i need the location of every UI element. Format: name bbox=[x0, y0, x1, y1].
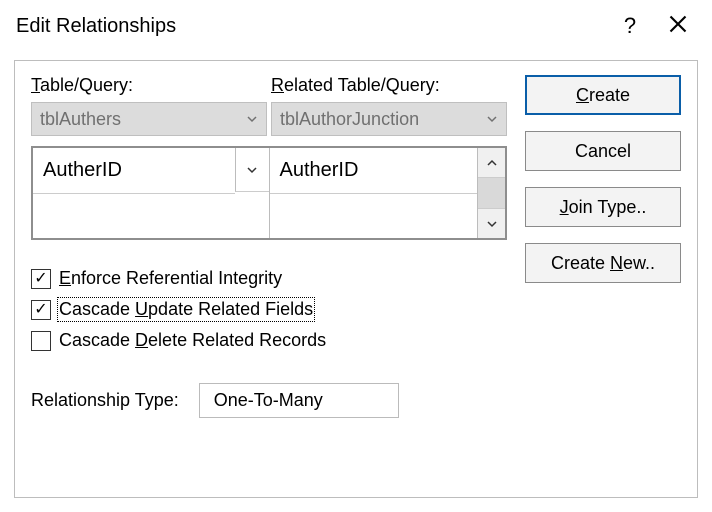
content-frame: Table/Query: Related Table/Query: tblAut… bbox=[14, 60, 698, 498]
create-button[interactable]: Create bbox=[525, 75, 681, 115]
help-button[interactable]: ? bbox=[606, 13, 654, 39]
create-new-button[interactable]: Create New.. bbox=[525, 243, 681, 283]
table-query-label: Table/Query: bbox=[31, 75, 267, 96]
relationship-type-value: One-To-Many bbox=[199, 383, 399, 418]
chevron-down-icon bbox=[486, 109, 498, 130]
field-mapping-grid: AutherID AutherID bbox=[31, 146, 507, 240]
enforce-referential-integrity-checkbox[interactable]: ✓ Enforce Referential Integrity bbox=[31, 268, 507, 289]
scroll-up-button[interactable] bbox=[478, 148, 505, 178]
cancel-button[interactable]: Cancel bbox=[525, 131, 681, 171]
checkbox-icon: ✓ bbox=[31, 269, 51, 289]
join-type-button[interactable]: Join Type.. bbox=[525, 187, 681, 227]
primary-table-combo[interactable]: tblAuthers bbox=[31, 102, 267, 136]
checkbox-icon bbox=[31, 331, 51, 351]
primary-field-cell-blank[interactable] bbox=[33, 194, 235, 239]
scroll-track[interactable] bbox=[478, 178, 505, 208]
related-table-query-label: Related Table/Query: bbox=[271, 75, 507, 96]
chevron-down-icon bbox=[486, 218, 498, 230]
check-label: Cascade Delete Related Records bbox=[59, 330, 326, 351]
edit-relationships-dialog: Edit Relationships ? Table/Query: Relate… bbox=[0, 0, 712, 512]
cascade-delete-checkbox[interactable]: Cascade Delete Related Records bbox=[31, 330, 507, 351]
primary-table-value: tblAuthers bbox=[40, 109, 121, 130]
titlebar: Edit Relationships ? bbox=[0, 0, 712, 52]
chevron-up-icon bbox=[486, 157, 498, 169]
relationship-type-label: Relationship Type: bbox=[31, 390, 179, 411]
check-label: Cascade Update Related Fields bbox=[59, 299, 313, 320]
cascade-update-checkbox[interactable]: ✓ Cascade Update Related Fields bbox=[31, 299, 507, 320]
chevron-down-icon bbox=[246, 164, 258, 176]
related-field-cell-blank[interactable] bbox=[270, 194, 478, 239]
primary-field-cell[interactable]: AutherID bbox=[33, 148, 235, 194]
related-table-value: tblAuthorJunction bbox=[280, 109, 419, 130]
related-field-cell[interactable]: AutherID bbox=[270, 148, 478, 194]
close-button[interactable] bbox=[654, 13, 702, 39]
grid-scrollbar[interactable] bbox=[477, 148, 505, 238]
checkbox-icon: ✓ bbox=[31, 300, 51, 320]
primary-field-dropdown[interactable] bbox=[235, 148, 269, 192]
scroll-down-button[interactable] bbox=[478, 208, 505, 238]
check-label: Enforce Referential Integrity bbox=[59, 268, 282, 289]
dialog-title: Edit Relationships bbox=[16, 15, 606, 38]
close-icon bbox=[669, 15, 687, 33]
chevron-down-icon bbox=[246, 109, 258, 130]
related-table-combo[interactable]: tblAuthorJunction bbox=[271, 102, 507, 136]
